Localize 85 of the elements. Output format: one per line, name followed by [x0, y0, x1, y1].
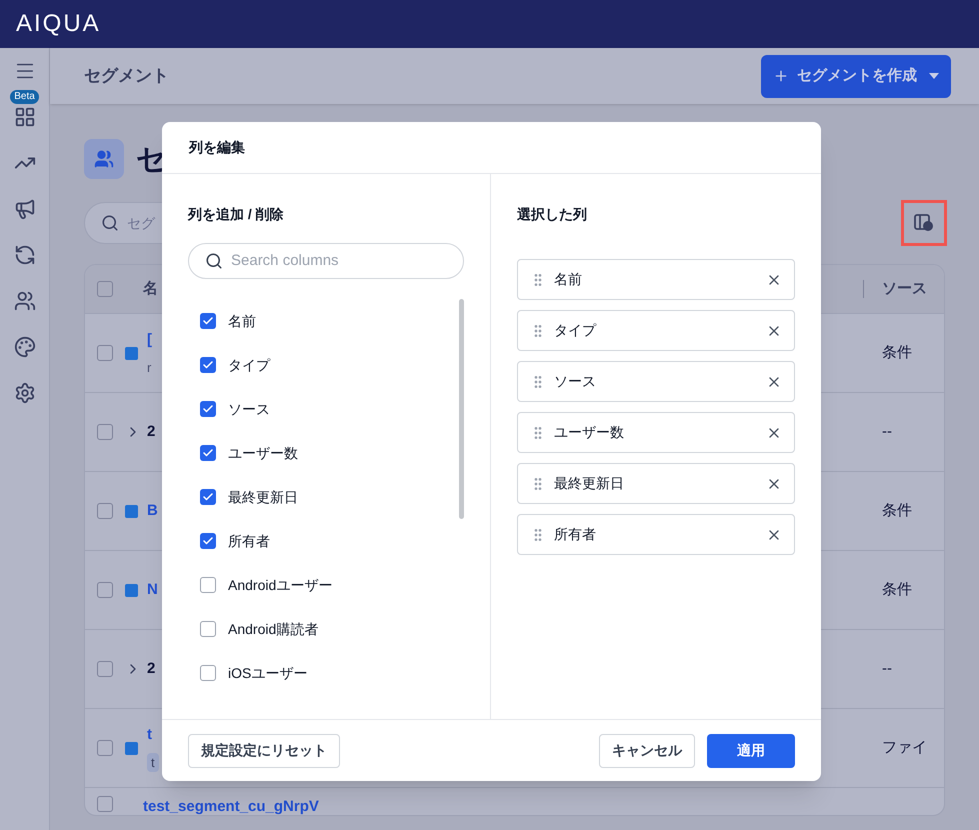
column-option[interactable]: 所有者: [200, 519, 459, 563]
check-icon: [202, 403, 214, 415]
source-cell-text: --: [882, 658, 893, 679]
checkbox[interactable]: [200, 313, 216, 329]
scrollbar[interactable]: [459, 299, 464, 519]
source-cell-text: ファイ: [882, 738, 928, 758]
users-icon[interactable]: [14, 290, 36, 312]
search-icon: [101, 214, 119, 232]
column-option[interactable]: 最終更新日: [200, 475, 459, 519]
segment-icon: [84, 139, 124, 179]
column-option[interactable]: iOSユーザー: [200, 651, 459, 695]
segment-description: r: [147, 358, 152, 376]
selected-column[interactable]: 最終更新日: [517, 463, 795, 504]
palette-icon[interactable]: [14, 336, 36, 358]
dialog-title: 列を編集: [189, 138, 245, 157]
source-cell-text: --: [882, 422, 893, 442]
grid-icon[interactable]: [14, 106, 36, 128]
segment-square: [125, 346, 138, 360]
segment-square: [125, 504, 138, 518]
source-cell-text: 条件: [882, 580, 913, 600]
checkbox[interactable]: [200, 489, 216, 505]
selected-column[interactable]: ユーザー数: [517, 412, 795, 453]
checkbox[interactable]: [97, 582, 113, 598]
checkbox[interactable]: [97, 661, 113, 677]
check-icon: [202, 535, 214, 547]
edit-columns-button[interactable]: [901, 200, 947, 246]
checkbox[interactable]: [97, 345, 113, 361]
column-option[interactable]: 名前: [200, 299, 459, 343]
create-segment-button[interactable]: セグメントを作成: [761, 54, 951, 98]
page-title: セ: [136, 142, 167, 178]
checkbox[interactable]: [200, 621, 216, 637]
plus-icon: [773, 68, 789, 84]
segment-square: [125, 584, 138, 596]
selected-column[interactable]: タイプ: [517, 310, 795, 351]
check-icon: [202, 447, 214, 459]
checkbox[interactable]: [200, 533, 216, 549]
column-option[interactable]: Android購読者: [200, 607, 459, 651]
logo: AIQUA: [16, 9, 101, 39]
section-title: 選択した列: [517, 205, 588, 224]
checkbox[interactable]: [200, 357, 216, 373]
reset-button[interactable]: 規定設定にリセット: [188, 734, 340, 768]
source-cell-text: 条件: [882, 342, 913, 363]
column-label: ユーザー数: [554, 423, 624, 442]
segment-square: [125, 742, 138, 754]
segment-name[interactable]: 2: [147, 420, 156, 444]
check-icon: [202, 491, 214, 503]
column-label: 名前: [554, 270, 582, 289]
caret-icon: [929, 73, 939, 79]
column-label: 最終更新日: [554, 474, 624, 493]
apply-button[interactable]: 適用: [707, 734, 795, 768]
column-header: ソース: [882, 278, 928, 299]
check-icon: [202, 315, 214, 327]
segment-tag: t: [147, 752, 159, 772]
checkbox[interactable]: [97, 281, 113, 297]
column-label: ソース: [554, 372, 596, 391]
column-header: 名: [143, 278, 158, 299]
column-option[interactable]: タイプ: [200, 343, 459, 387]
cycle-icon[interactable]: [14, 244, 36, 266]
section-title: 列を追加 / 削除: [188, 205, 285, 224]
column-option[interactable]: ユーザー数: [200, 431, 459, 475]
column-option[interactable]: Androidユーザー: [200, 563, 459, 607]
selected-column[interactable]: 所有者: [517, 514, 795, 555]
checkbox[interactable]: [97, 796, 113, 812]
cancel-button[interactable]: キャンセル: [599, 734, 695, 768]
header-title: セグメント: [84, 65, 169, 88]
checkbox[interactable]: [200, 401, 216, 417]
megaphone-icon[interactable]: [14, 198, 36, 220]
columns-edit-icon: [914, 214, 934, 232]
checkbox[interactable]: [97, 740, 113, 756]
checkbox[interactable]: [200, 665, 216, 681]
checkbox[interactable]: [97, 503, 113, 519]
selected-column[interactable]: ソース: [517, 361, 795, 402]
column-option[interactable]: ソース: [200, 387, 459, 431]
checkbox[interactable]: [200, 577, 216, 593]
settings-icon[interactable]: [14, 382, 36, 404]
search-icon: [205, 252, 223, 270]
checkbox[interactable]: [97, 424, 113, 440]
source-cell-text: 条件: [882, 500, 913, 521]
segment-name[interactable]: 2: [147, 658, 156, 680]
column-label: 所有者: [554, 525, 596, 544]
checkbox[interactable]: [200, 445, 216, 461]
check-icon: [202, 359, 214, 371]
selected-column[interactable]: 名前: [517, 259, 795, 300]
column-label: タイプ: [554, 321, 596, 340]
beta-badge: Beta: [10, 90, 39, 104]
